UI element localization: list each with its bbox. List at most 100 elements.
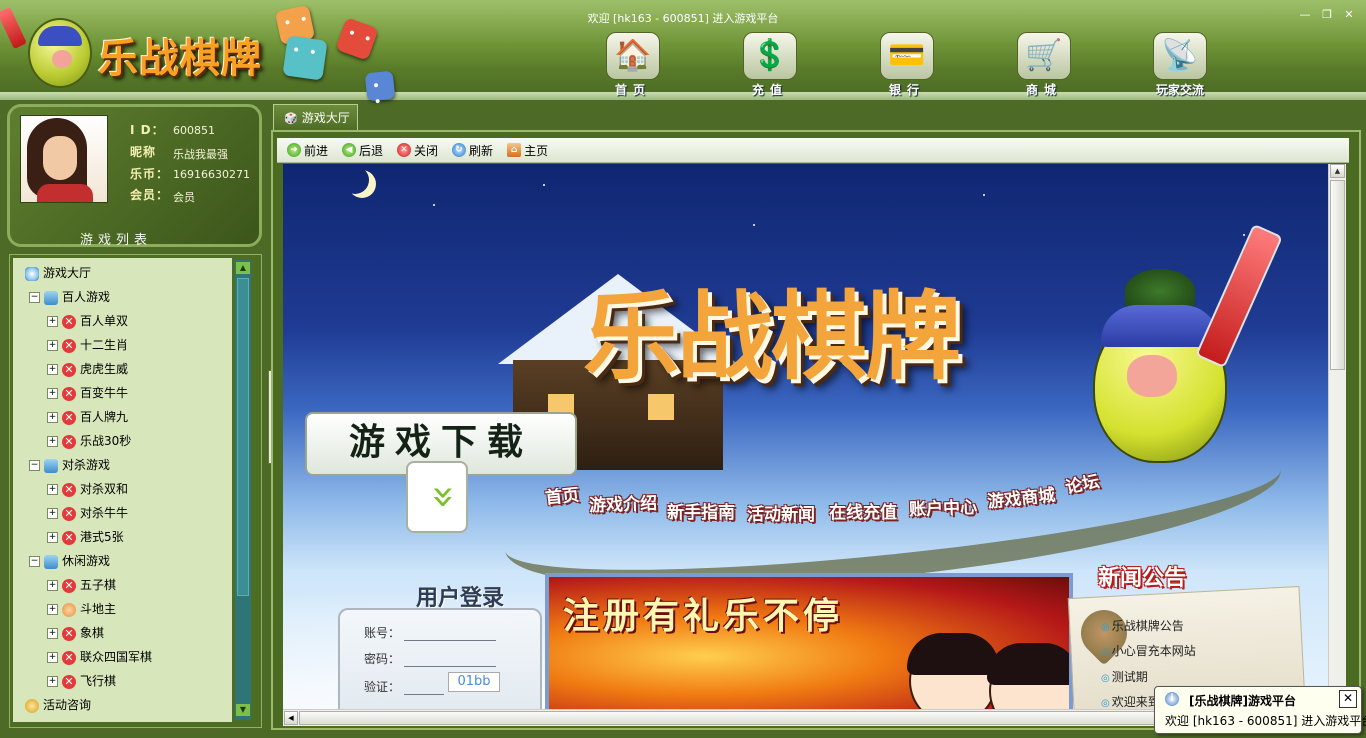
tree-item-lezhan-30s[interactable]: + ✕ 乐战30秒 <box>47 430 131 452</box>
password-label: 密码： <box>364 652 401 666</box>
link-activity-news[interactable]: 活动新闻 <box>747 500 815 525</box>
link-home[interactable]: 首页 <box>544 480 580 508</box>
tree-item-feixingqi[interactable]: + ✕ 飞行棋 <box>47 670 116 692</box>
news-item[interactable]: 小心冒充本网站 <box>1101 642 1196 659</box>
scroll-left-icon[interactable]: ◀ <box>284 711 298 725</box>
scroll-thumb[interactable] <box>237 278 249 596</box>
collapse-toggle[interactable]: − <box>29 556 40 567</box>
tree-item-bairen-paijiu[interactable]: + ✕ 百人牌九 <box>47 406 128 428</box>
tree-item-duisha-niuniu[interactable]: + ✕ 对杀牛牛 <box>47 502 128 524</box>
bank-card-icon: 💳 <box>880 32 934 80</box>
news-item[interactable]: 乐战棋牌公告 <box>1101 617 1184 634</box>
forward-button[interactable]: ➜ 前进 <box>287 142 328 159</box>
avatar[interactable] <box>20 115 108 203</box>
expand-toggle[interactable]: + <box>47 628 58 639</box>
expand-toggle[interactable]: + <box>47 508 58 519</box>
collapse-toggle[interactable]: − <box>29 292 40 303</box>
minimize-button[interactable]: — <box>1296 8 1314 23</box>
login-form: 账号： 密码： 验证： 01bb <box>338 608 542 709</box>
tree-group-label: 对杀游戏 <box>62 458 111 472</box>
link-account-center[interactable]: 账户中心 <box>909 493 978 520</box>
register-promo-banner[interactable]: 注册有礼乐不停 <box>545 573 1073 709</box>
tree-item-label: 百人牌九 <box>80 410 129 424</box>
home-label: 主页 <box>524 143 549 158</box>
close-window-button[interactable]: ✕ <box>1340 8 1358 23</box>
account-input[interactable] <box>404 640 497 641</box>
expand-toggle[interactable]: + <box>47 388 58 399</box>
tree-item-duisha-shuanghe[interactable]: + ✕ 对杀双和 <box>47 478 128 500</box>
captcha-image[interactable]: 01bb <box>448 672 500 692</box>
game-unavailable-icon: ✕ <box>62 650 76 665</box>
web-vertical-scrollbar[interactable]: ▲ ▼ <box>1328 164 1346 709</box>
expand-toggle[interactable]: + <box>47 340 58 351</box>
home-page-button[interactable]: ⌂ 主页 <box>507 142 548 159</box>
tree-item-huhu-shengwei[interactable]: + ✕ 虎虎生威 <box>47 358 128 380</box>
nav-recharge-button[interactable]: 💲 充值 <box>740 32 800 97</box>
scroll-down-icon[interactable]: ▼ <box>236 704 250 716</box>
captcha-input[interactable] <box>404 694 445 695</box>
tree-item-activity-consult[interactable]: 活动咨询 <box>25 694 91 716</box>
user-info-panel: I D： 600851 昵称 乐战我最强 乐币： 16916630271 会员：… <box>7 104 262 248</box>
link-beginner-guide[interactable]: 新手指南 <box>667 498 735 523</box>
link-game-intro[interactable]: 游戏介绍 <box>589 489 658 516</box>
tree-item-bairen-danshuang[interactable]: + ✕ 百人单双 <box>47 310 128 332</box>
scroll-up-icon[interactable]: ▲ <box>236 262 250 274</box>
captcha-label: 验证： <box>364 680 401 694</box>
expand-toggle[interactable]: + <box>47 604 58 615</box>
star <box>433 204 435 206</box>
expand-toggle[interactable]: + <box>47 412 58 423</box>
tree-item-label: 百变牛牛 <box>80 386 129 400</box>
back-button[interactable]: ◀ 后退 <box>342 142 383 159</box>
expand-toggle[interactable]: + <box>47 652 58 663</box>
tree-group-duisha[interactable]: − 对杀游戏 <box>29 454 110 476</box>
scroll-thumb[interactable] <box>1330 180 1345 370</box>
tree-item-label: 象棋 <box>80 626 105 640</box>
tree-group-xiuxian[interactable]: − 休闲游戏 <box>29 550 110 572</box>
expand-toggle[interactable]: + <box>47 484 58 495</box>
game-unavailable-icon: ✕ <box>62 578 76 593</box>
close-icon: ✕ <box>397 143 412 157</box>
download-arrow-icon[interactable]: » <box>406 461 468 533</box>
tree-item-gangshi-5zhang[interactable]: + ✕ 港式5张 <box>47 526 124 548</box>
nav-shop-button[interactable]: 🛒 商城 <box>1014 32 1074 97</box>
password-input[interactable] <box>404 666 497 667</box>
close-page-button[interactable]: ✕ 关闭 <box>397 142 438 159</box>
tree-scrollbar[interactable]: ▲ ▼ <box>235 260 251 720</box>
star <box>983 194 985 196</box>
nav-community-button[interactable]: 📡 玩家交流 <box>1150 32 1210 97</box>
scroll-up-icon[interactable]: ▲ <box>1330 164 1345 178</box>
refresh-button[interactable]: ↻ 刷新 <box>452 142 493 159</box>
game-unavailable-icon: ✕ <box>62 434 76 449</box>
window-title: 欢迎 [hk163 - 600851] 进入游戏平台 <box>587 12 779 25</box>
expand-toggle[interactable]: + <box>47 532 58 543</box>
tree-root-hall[interactable]: 游戏大厅 <box>25 262 91 284</box>
dice-icon <box>364 70 396 102</box>
cartoon-boy-image <box>987 643 1069 709</box>
news-item[interactable]: 测试期 <box>1101 668 1148 685</box>
tree-item-wuziqi[interactable]: + ✕ 五子棋 <box>47 574 116 596</box>
scroll-thumb[interactable] <box>299 711 1159 725</box>
collapse-toggle[interactable]: − <box>29 460 40 471</box>
expand-toggle[interactable]: + <box>47 580 58 591</box>
tab-game-hall[interactable]: 🎲 游戏大厅 <box>273 104 358 130</box>
restore-button[interactable]: ❐ <box>1318 8 1336 23</box>
tree-item-siguo-junqi[interactable]: + ✕ 联众四国军棋 <box>47 646 152 668</box>
notification-close-button[interactable]: ✕ <box>1339 690 1357 708</box>
expand-toggle[interactable]: + <box>47 364 58 375</box>
nav-bank-button[interactable]: 💳 银行 <box>877 32 937 97</box>
tree-item-doudizhu[interactable]: + 斗地主 <box>47 598 116 620</box>
game-list-title: 游戏列表 <box>80 233 153 248</box>
tree-item-xiangqi[interactable]: + ✕ 象棋 <box>47 622 104 644</box>
nav-home-button[interactable]: 🏠 首页 <box>603 32 663 97</box>
expand-toggle[interactable]: + <box>47 316 58 327</box>
password-row: 密码： <box>364 650 497 667</box>
tree-item-baibian-niuniu[interactable]: + ✕ 百变牛牛 <box>47 382 128 404</box>
close-label: 关闭 <box>414 143 439 158</box>
link-online-recharge[interactable]: 在线充值 <box>829 498 897 523</box>
tree-item-shier-shengxiao[interactable]: + ✕ 十二生肖 <box>47 334 128 356</box>
tree-group-hundred[interactable]: − 百人游戏 <box>29 286 110 308</box>
tree-item-label: 十二生肖 <box>80 338 129 352</box>
expand-toggle[interactable]: + <box>47 676 58 687</box>
expand-toggle[interactable]: + <box>47 436 58 447</box>
news-item[interactable]: 欢迎来到 <box>1101 693 1160 709</box>
